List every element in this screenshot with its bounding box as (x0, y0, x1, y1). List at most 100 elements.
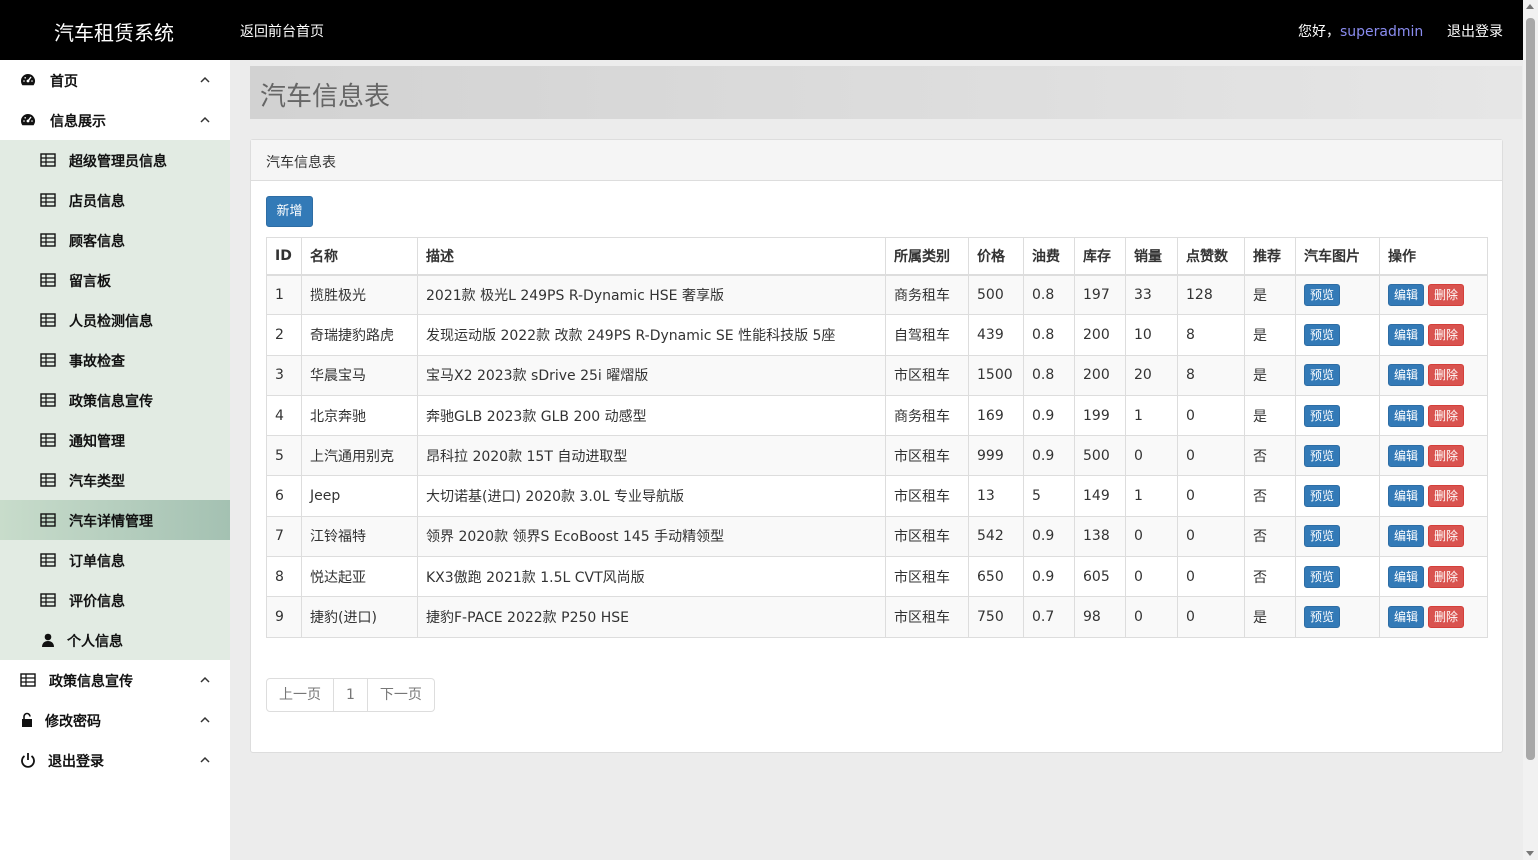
scroll-down-arrow-icon[interactable] (1526, 851, 1534, 856)
preview-button[interactable]: 预览 (1304, 404, 1341, 427)
column-header[interactable]: 操作 (1379, 237, 1488, 276)
delete-button[interactable]: 删除 (1428, 525, 1465, 548)
edit-button[interactable]: 编辑 (1388, 444, 1425, 467)
page-scrollbar[interactable] (1523, 0, 1538, 860)
username-link[interactable]: superadmin (1340, 24, 1423, 40)
table-row: 9 捷豹(进口) 捷豹F-PACE 2022款 P250 HSE 市区租车 750 0.7… (266, 596, 1488, 638)
sidebar-item-orders[interactable]: 订单信息 (0, 540, 230, 580)
preview-button[interactable]: 预览 (1304, 444, 1341, 467)
table-cell: 否 (1244, 435, 1296, 477)
scroll-up-arrow-icon[interactable] (1526, 4, 1534, 9)
table-cell: 4 (266, 394, 302, 437)
column-header[interactable]: ID (266, 237, 302, 276)
table-cell: 商务租车 (885, 394, 969, 437)
delete-button[interactable]: 删除 (1428, 485, 1465, 508)
sidebar-item-car-types[interactable]: 汽车类型 (0, 460, 230, 500)
table-cell: 0.7 (1023, 596, 1075, 638)
delete-button[interactable]: 删除 (1428, 283, 1465, 306)
edit-button[interactable]: 编辑 (1388, 283, 1425, 306)
column-header[interactable]: 推荐 (1244, 237, 1296, 276)
car-image-cell: 预览 (1295, 515, 1380, 558)
preview-button[interactable]: 预览 (1304, 364, 1341, 387)
column-header[interactable]: 库存 (1074, 237, 1126, 276)
sidebar-item-staff[interactable]: 店员信息 (0, 180, 230, 220)
car-image-cell: 预览 (1295, 273, 1380, 316)
column-header[interactable]: 描述 (417, 237, 886, 276)
column-header[interactable]: 销量 (1125, 237, 1178, 276)
table-cell: 3 (266, 354, 302, 396)
preview-button[interactable]: 预览 (1304, 606, 1341, 629)
sidebar-item-accident-check[interactable]: 事故检查 (0, 340, 230, 380)
back-to-frontend-link[interactable]: 返回前台首页 (240, 21, 324, 41)
sidebar-item-super-admin[interactable]: 超级管理员信息 (0, 140, 230, 180)
table-cell: 199 (1074, 394, 1126, 437)
sidebar-item-logout[interactable]: 退出登录 (0, 740, 230, 780)
column-header[interactable]: 点赞数 (1177, 237, 1245, 276)
table-cell: 5 (266, 435, 302, 477)
sidebar-item-reviews[interactable]: 评价信息 (0, 580, 230, 620)
sidebar-item-policy[interactable]: 政策信息宣传 (0, 660, 230, 700)
delete-button[interactable]: 删除 (1428, 565, 1465, 588)
preview-button[interactable]: 预览 (1304, 485, 1341, 508)
table-cell: 1 (1125, 475, 1178, 517)
edit-button[interactable]: 编辑 (1388, 525, 1425, 548)
sidebar-item-customers[interactable]: 顾客信息 (0, 220, 230, 260)
prev-page-button[interactable]: 上一页 (266, 678, 334, 712)
column-header[interactable]: 油费 (1023, 237, 1075, 276)
edit-button[interactable]: 编辑 (1388, 606, 1425, 629)
actions-cell: 编辑 删除 (1379, 273, 1488, 316)
sidebar-item-policy-info[interactable]: 政策信息宣传 (0, 380, 230, 420)
edit-button[interactable]: 编辑 (1388, 565, 1425, 588)
delete-button[interactable]: 删除 (1428, 404, 1465, 427)
preview-button[interactable]: 预览 (1304, 525, 1341, 548)
delete-button[interactable]: 删除 (1428, 323, 1465, 346)
preview-button[interactable]: 预览 (1304, 283, 1341, 306)
column-header[interactable]: 名称 (301, 237, 418, 276)
table-cell: 捷豹(进口) (301, 596, 418, 638)
sidebar-item-notice-management[interactable]: 通知管理 (0, 420, 230, 460)
actions-cell: 编辑 删除 (1379, 475, 1488, 517)
table-cell: 0.9 (1023, 515, 1075, 558)
edit-button[interactable]: 编辑 (1388, 404, 1425, 427)
add-button[interactable]: 新增 (266, 196, 313, 227)
chevron-up-icon (200, 76, 210, 83)
table-cell: 197 (1074, 273, 1126, 316)
table-cell: 542 (968, 515, 1024, 558)
delete-button[interactable]: 删除 (1428, 444, 1465, 467)
delete-button[interactable]: 删除 (1428, 606, 1465, 629)
sidebar-item-personnel-check[interactable]: 人员检测信息 (0, 300, 230, 340)
actions-cell: 编辑 删除 (1379, 515, 1488, 558)
table-cell: 200 (1074, 314, 1126, 356)
sidebar-item-info-display[interactable]: 信息展示 (0, 100, 230, 140)
sidebar-item-message-board[interactable]: 留言板 (0, 260, 230, 300)
edit-button[interactable]: 编辑 (1388, 323, 1425, 346)
next-page-button[interactable]: 下一页 (367, 678, 435, 712)
column-header[interactable]: 所属类别 (885, 237, 969, 276)
preview-button[interactable]: 预览 (1304, 565, 1341, 588)
sidebar-item-label: 退出登录 (48, 754, 104, 770)
table-cell: 169 (968, 394, 1024, 437)
header-logout-link[interactable]: 退出登录 (1447, 21, 1503, 41)
sidebar-item-change-password[interactable]: 修改密码 (0, 700, 230, 740)
table-cell: 0 (1177, 556, 1245, 598)
sidebar-item-profile[interactable]: 个人信息 (0, 620, 230, 660)
scrollbar-thumb[interactable] (1526, 18, 1535, 760)
column-header[interactable]: 价格 (968, 237, 1024, 276)
sidebar-item-car-details[interactable]: 汽车详情管理 (0, 500, 230, 540)
table-icon (40, 553, 56, 567)
table-cell: 650 (968, 556, 1024, 598)
column-header[interactable]: 汽车图片 (1295, 237, 1380, 276)
edit-button[interactable]: 编辑 (1388, 485, 1425, 508)
table-cell: 自驾租车 (885, 314, 969, 356)
edit-button[interactable]: 编辑 (1388, 364, 1425, 387)
table-cell: 大切诺基(进口) 2020款 3.0L 专业导航版 (417, 475, 886, 517)
table-cell: 8 (1177, 314, 1245, 356)
delete-button[interactable]: 删除 (1428, 364, 1465, 387)
sidebar-item-label: 汽车类型 (69, 474, 125, 490)
table-cell: 2 (266, 314, 302, 356)
page-number-button[interactable]: 1 (334, 678, 368, 712)
sidebar-item-home[interactable]: 首页 (0, 60, 230, 100)
table-cell: 否 (1244, 556, 1296, 598)
preview-button[interactable]: 预览 (1304, 323, 1341, 346)
table-cell: 9 (266, 596, 302, 638)
